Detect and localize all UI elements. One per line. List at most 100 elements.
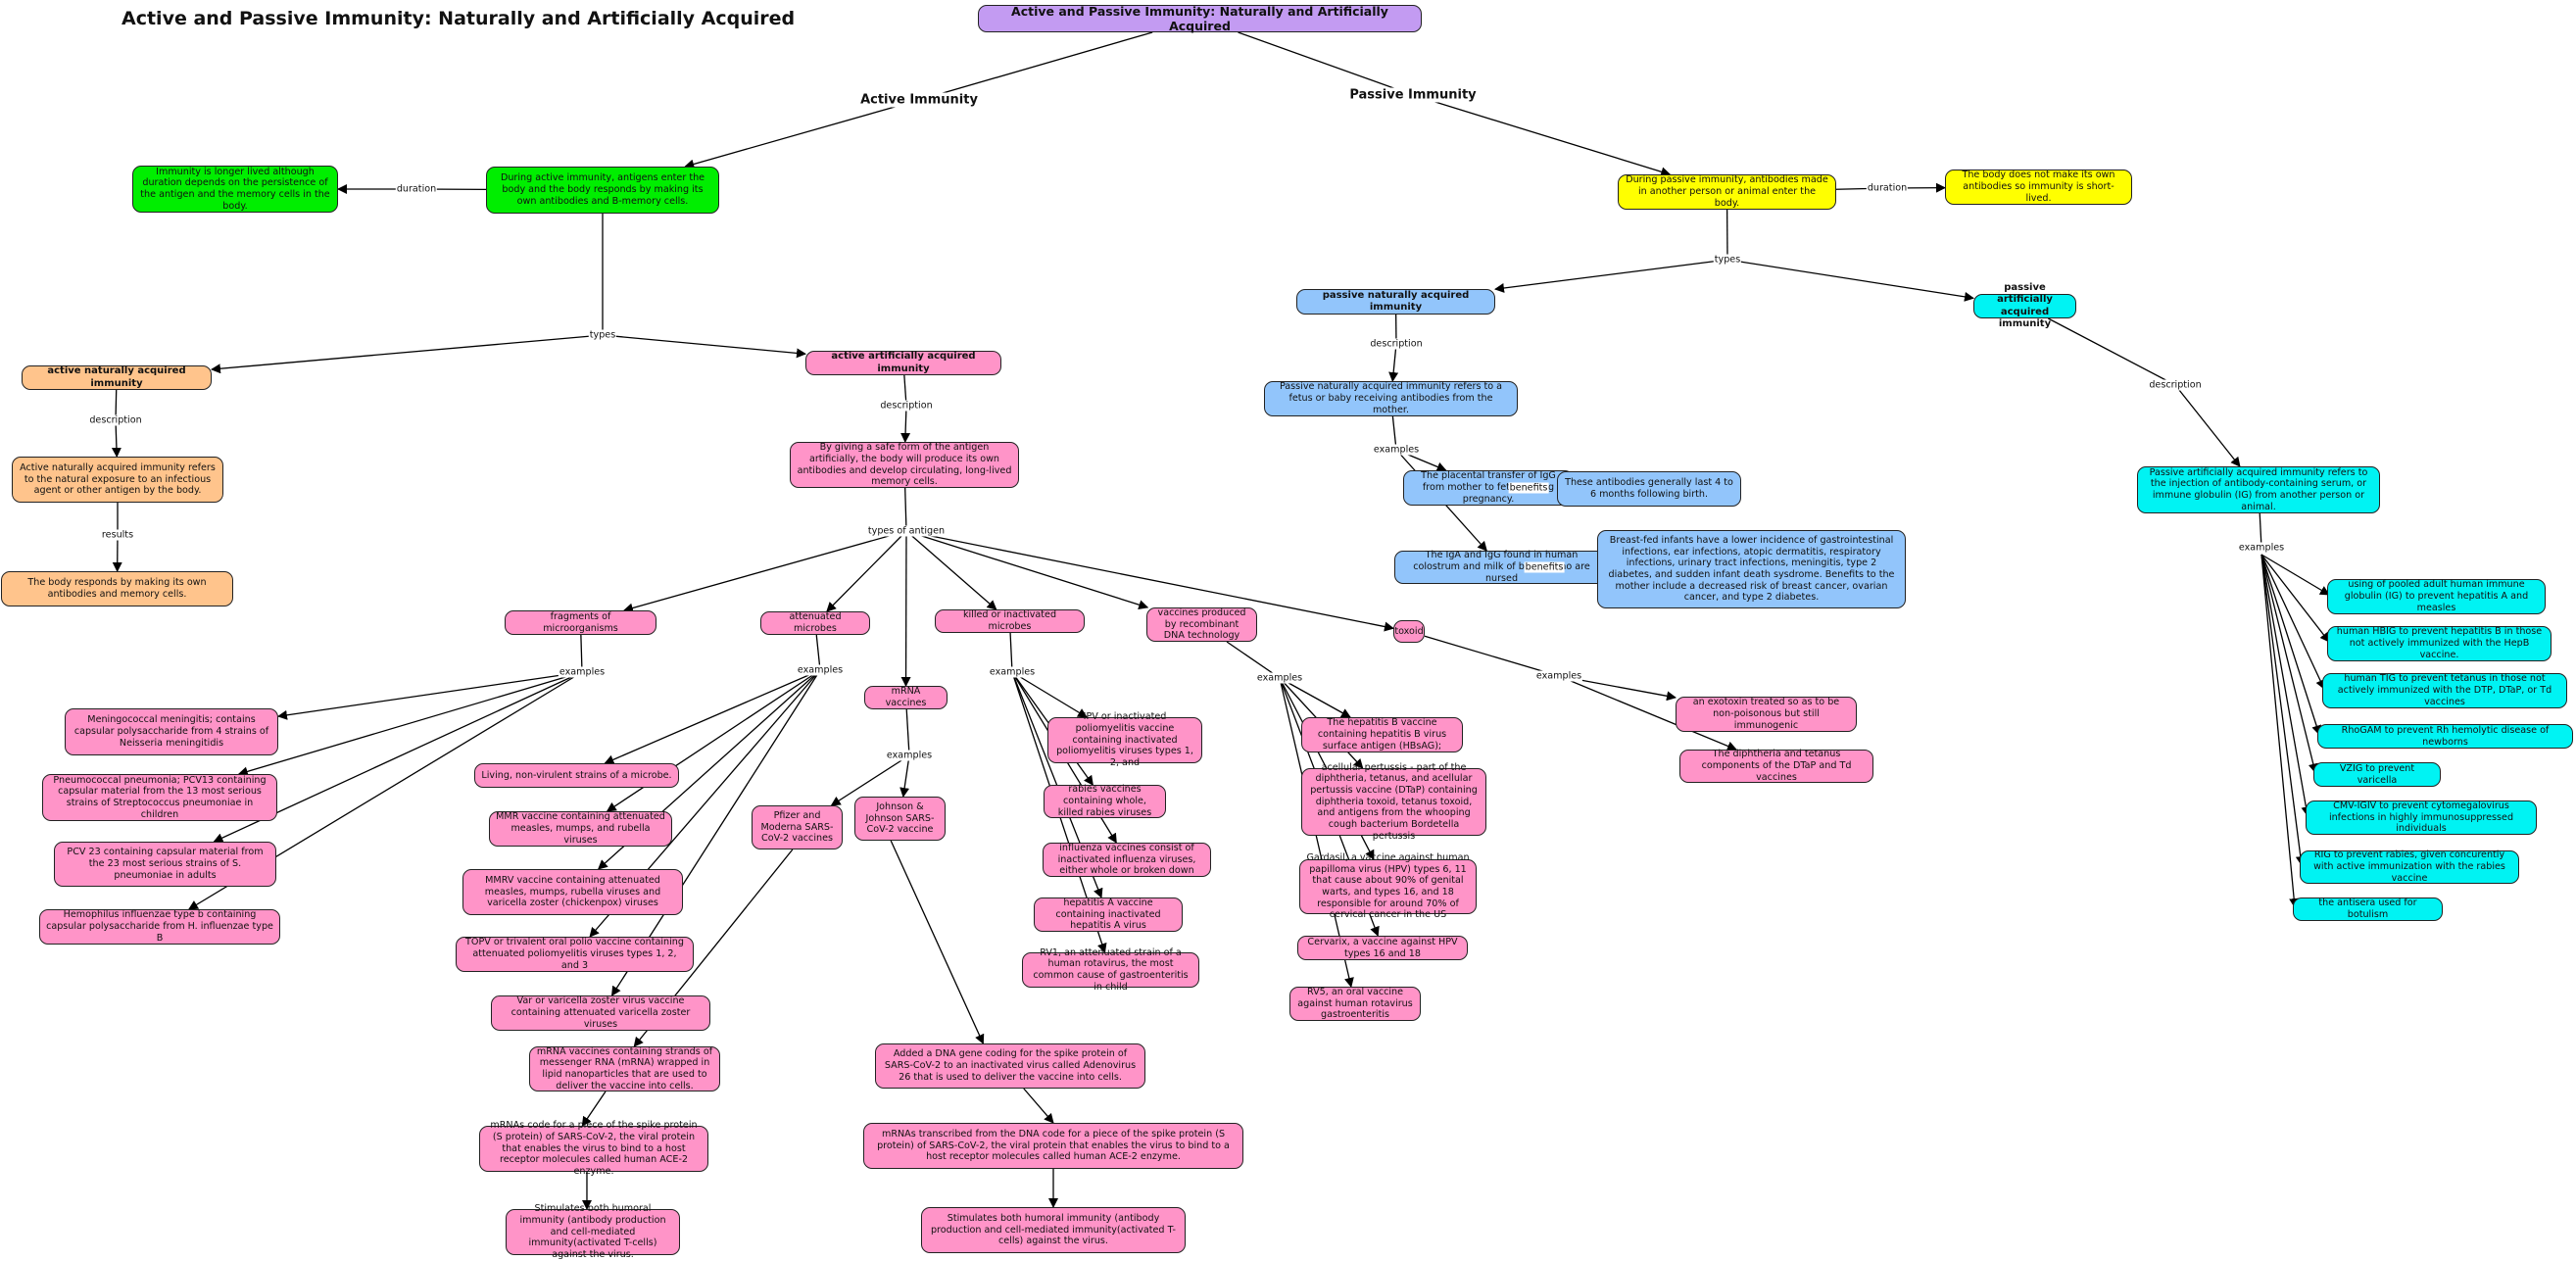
- connector-arrow: [603, 335, 805, 354]
- passive-artificial-example-node[interactable]: VZIG to prevent varicella: [2313, 762, 2441, 787]
- killed-example-node[interactable]: influenza vaccines consist of inactivate…: [1043, 843, 1211, 877]
- active-immunity-description-node[interactable]: During active immunity, antigens enter t…: [486, 167, 719, 214]
- connector-arrow: [624, 531, 906, 610]
- connector-arrow: [685, 100, 919, 167]
- link-label-passive-immunity: Passive Immunity: [1348, 88, 1477, 103]
- fragments-of-microorganisms-node[interactable]: fragments of microorganisms: [505, 610, 656, 635]
- fragment-example-node[interactable]: Meningococcal meningitis; contains capsu…: [65, 708, 278, 755]
- passive-duration-node[interactable]: The body does not make its own antibodie…: [1945, 170, 2132, 205]
- passive-natural-benefit-node[interactable]: Breast-fed infants have a lower incidenc…: [1597, 530, 1906, 608]
- attenuated-example-node[interactable]: Living, non-virulent strains of a microb…: [474, 763, 679, 788]
- connector-line: [906, 709, 909, 755]
- passive-artificially-acquired-node[interactable]: passive artificially acquired immunity: [1973, 294, 2076, 318]
- mrna-vaccines-node[interactable]: mRNA vaccines: [864, 686, 948, 709]
- connector-arrow: [905, 406, 906, 442]
- connector-line: [919, 32, 1152, 100]
- killed-inactivated-microbes-node[interactable]: killed or inactivated microbes: [935, 609, 1085, 633]
- link-label-examples: examples: [1373, 445, 1420, 456]
- recombinant-example-node[interactable]: acellular pertussis - part of the diphth…: [1301, 768, 1486, 836]
- recombinant-dna-node[interactable]: vaccines produced by recombinant DNA tec…: [1146, 607, 1257, 642]
- passive-artificial-example-node[interactable]: using of pooled adult human immune globu…: [2327, 579, 2546, 614]
- passive-artificial-example-node[interactable]: RIG to prevent rabies, given concurently…: [2300, 850, 2519, 884]
- active-artificial-description-node[interactable]: By giving a safe form of the antigen art…: [790, 442, 1019, 488]
- pfizer-spike-protein-node[interactable]: mRNAs code for a piece of the spike prot…: [479, 1126, 708, 1172]
- link-label-types: types: [1714, 255, 1741, 266]
- connector-arrow: [906, 531, 1147, 607]
- link-label-benefits: benefits: [1509, 483, 1549, 494]
- connector-arrow: [1413, 95, 1670, 174]
- johnson-johnson-node[interactable]: Johnson & Johnson SARS-CoV-2 vaccine: [854, 797, 946, 841]
- attenuated-microbes-node[interactable]: attenuated microbes: [760, 611, 870, 635]
- connector-arrow: [608, 670, 820, 811]
- connector-arrow: [2261, 555, 2329, 595]
- passive-artificial-example-node[interactable]: CMV-IGIV to prevent cytomegalovirus infe…: [2306, 800, 2537, 835]
- recombinant-example-node[interactable]: Gardasil, a vaccine against human papill…: [1299, 859, 1477, 914]
- toxoid-node[interactable]: toxoid: [1393, 620, 1425, 643]
- root-concept-node[interactable]: Active and Passive Immunity: Naturally a…: [978, 5, 1422, 32]
- link-label-description: description: [1369, 339, 1423, 350]
- passive-artificial-example-node[interactable]: human TIG to prevent tetanus in those no…: [2322, 673, 2567, 708]
- killed-example-node[interactable]: IPV or inactivated poliomyelitis vaccine…: [1047, 717, 1202, 763]
- pfizer-immunity-node[interactable]: Stimulates both humoral immunity (antibo…: [506, 1209, 680, 1255]
- attenuated-example-node[interactable]: Var or varicella zoster virus vaccine co…: [491, 995, 710, 1031]
- connector-arrow: [1392, 344, 1396, 381]
- passive-natural-example-node[interactable]: The IgA and IgG found in human colostrum…: [1394, 551, 1609, 584]
- passive-natural-benefit-node[interactable]: These antibodies generally last 4 to 6 m…: [1557, 471, 1741, 507]
- link-label-active-immunity: Active Immunity: [859, 93, 979, 108]
- attenuated-example-node[interactable]: MMR vaccine containing attenuated measle…: [489, 811, 672, 847]
- passive-artificial-description-node[interactable]: Passive artificially acquired immunity r…: [2137, 466, 2380, 513]
- active-naturally-acquired-node[interactable]: active naturally acquired immunity: [22, 365, 212, 390]
- link-label-examples: examples: [1256, 673, 1303, 684]
- fragment-example-node[interactable]: PCV 23 containing capsular material from…: [54, 842, 276, 887]
- connector-arrow: [605, 670, 820, 763]
- killed-example-node[interactable]: hepatitis A vaccine containing inactivat…: [1034, 897, 1183, 932]
- link-label-types-of-antigen: types of antigen: [867, 526, 946, 537]
- link-label-duration: duration: [396, 184, 437, 195]
- pfizer-mechanism-node[interactable]: mRNA vaccines containing strands of mess…: [529, 1046, 720, 1091]
- link-label-duration: duration: [1867, 183, 1908, 194]
- connector-arrow: [891, 841, 983, 1043]
- passive-immunity-description-node[interactable]: During passive immunity, antibodies made…: [1618, 174, 1836, 210]
- connector-arrow: [2261, 555, 2308, 816]
- passive-artificial-example-node[interactable]: the antisera used for botulism: [2293, 897, 2443, 921]
- connector-arrow: [116, 420, 117, 457]
- connector-arrow: [239, 672, 582, 774]
- connector-line: [905, 488, 906, 531]
- passive-naturally-acquired-node[interactable]: passive naturally acquired immunity: [1296, 289, 1495, 315]
- connector-arrow: [903, 755, 909, 797]
- link-label-examples: examples: [2238, 543, 2285, 554]
- killed-example-node[interactable]: RV1, an attenuated strain of a human rot…: [1022, 952, 1199, 988]
- active-natural-result-node[interactable]: The body responds by making its own anti…: [1, 571, 233, 606]
- pfizer-moderna-node[interactable]: Pfizer and Moderna SARS-CoV-2 vaccines: [752, 805, 843, 849]
- fragment-example-node[interactable]: Pneumococcal pneumonia; PCV13 containing…: [42, 774, 277, 821]
- toxoid-example-node[interactable]: an exotoxin treated so as to be non-pois…: [1676, 697, 1857, 732]
- connector-arrow: [1727, 260, 1973, 298]
- fragment-example-node[interactable]: Hemophilus influenzae type b containing …: [39, 909, 280, 945]
- connector-arrow: [1012, 672, 1087, 717]
- passive-artificial-example-node[interactable]: human HBIG to prevent hepatitis B in tho…: [2327, 626, 2552, 661]
- toxoid-example-node[interactable]: The diphtheria and tetanus components of…: [1679, 750, 1873, 783]
- jj-immunity-node[interactable]: Stimulates both humoral immunity (antibo…: [921, 1207, 1186, 1253]
- connector-arrow: [2261, 555, 2324, 689]
- attenuated-example-node[interactable]: TOPV or trivalent oral polio vaccine con…: [456, 937, 694, 972]
- link-label-description: description: [2148, 380, 2202, 391]
- link-label-description: description: [879, 401, 933, 412]
- passive-natural-description-node[interactable]: Passive naturally acquired immunity refe…: [1264, 381, 1518, 416]
- recombinant-example-node[interactable]: RV5, an oral vaccine against human rotav…: [1289, 987, 1421, 1021]
- link-label-examples: examples: [797, 665, 844, 676]
- active-duration-node[interactable]: Immunity is longer lived although durati…: [132, 166, 338, 213]
- connector-arrow: [1024, 1089, 1053, 1123]
- jj-mechanism-node[interactable]: Added a DNA gene coding for the spike pr…: [875, 1043, 1145, 1089]
- recombinant-example-node[interactable]: Cervarix, a vaccine against HPV types 16…: [1297, 936, 1468, 960]
- link-label-examples: examples: [989, 667, 1036, 678]
- link-label-benefits: benefits: [1525, 562, 1565, 573]
- active-artificially-acquired-node[interactable]: active artificially acquired immunity: [805, 351, 1001, 375]
- attenuated-example-node[interactable]: MMRV vaccine containing attenuated measl…: [462, 869, 683, 915]
- passive-artificial-example-node[interactable]: RhoGAM to prevent Rh hemolytic disease o…: [2317, 724, 2573, 749]
- active-natural-description-node[interactable]: Active naturally acquired immunity refer…: [12, 457, 223, 503]
- link-label-results: results: [101, 530, 134, 541]
- jj-spike-protein-node[interactable]: mRNAs transcribed from the DNA code for …: [863, 1123, 1243, 1169]
- recombinant-example-node[interactable]: The hepatitis B vaccine containing hepat…: [1301, 717, 1463, 752]
- link-label-examples: examples: [559, 667, 606, 678]
- killed-example-node[interactable]: rabies vaccines containing whole, killed…: [1044, 785, 1166, 818]
